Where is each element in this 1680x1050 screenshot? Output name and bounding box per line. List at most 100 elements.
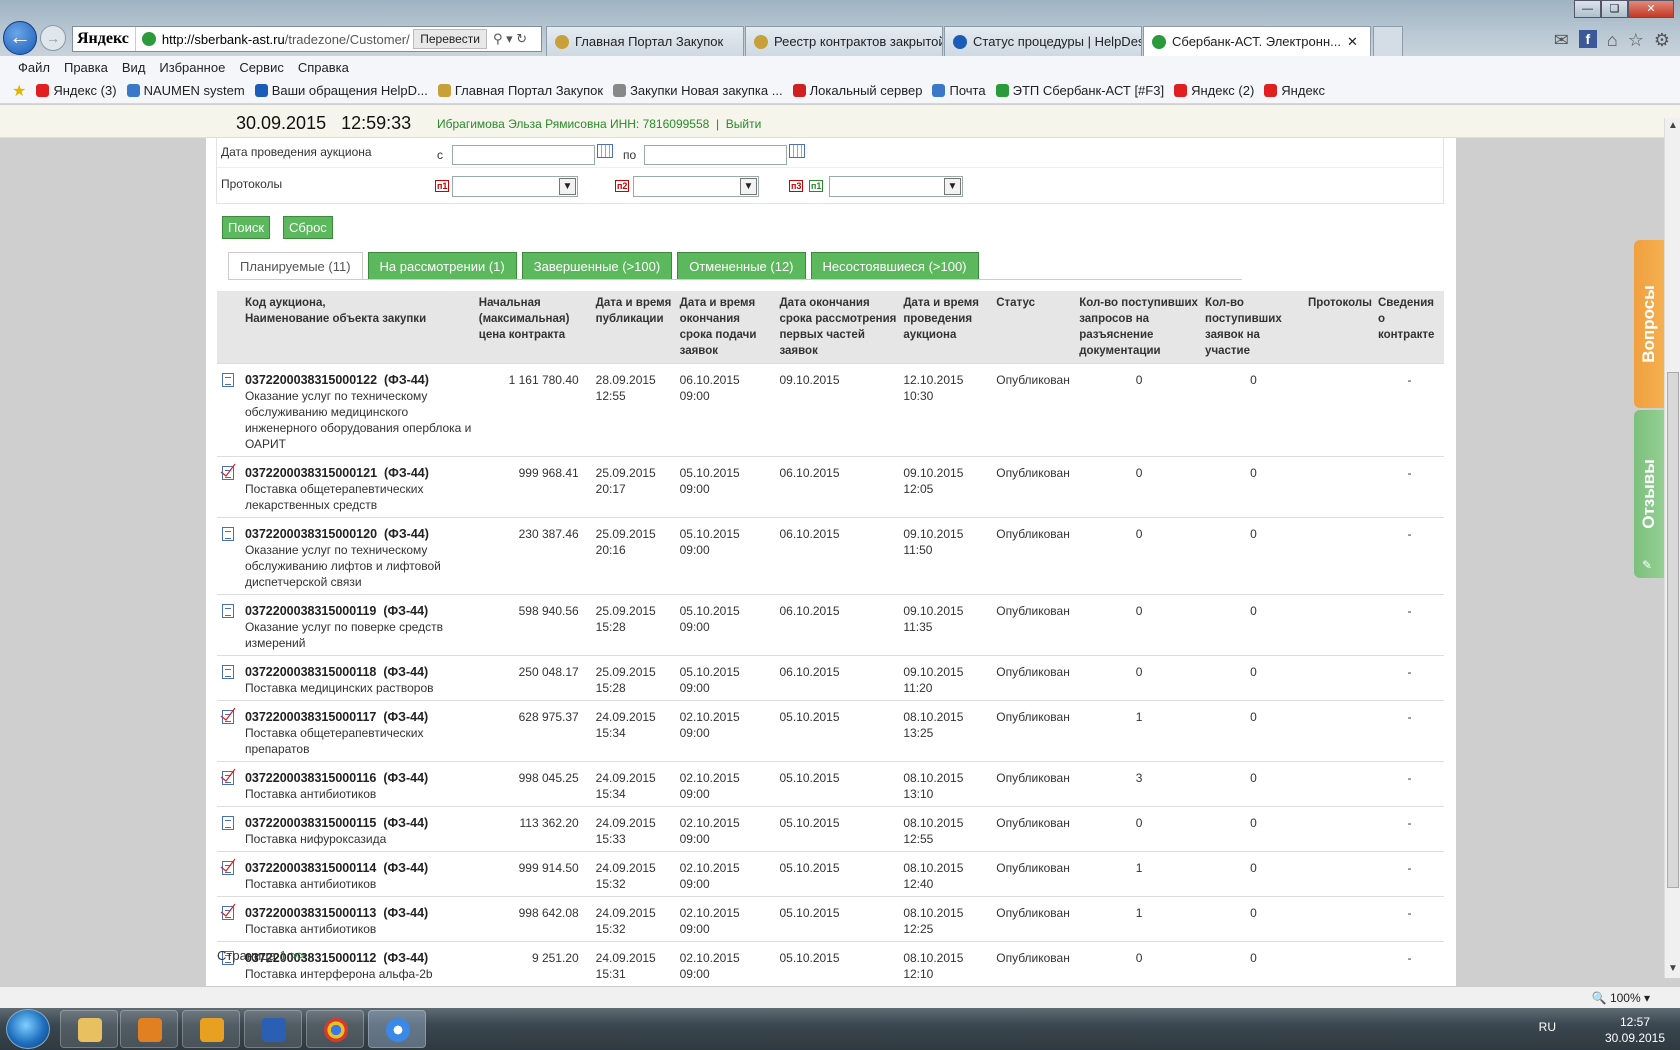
menu-edit[interactable]: Правка	[64, 60, 108, 75]
taskbar-media-player[interactable]	[120, 1010, 178, 1048]
favorite-link[interactable]: Ваши обращения HelpD...	[254, 83, 428, 98]
new-tab-button[interactable]	[1373, 26, 1403, 56]
document-icon[interactable]	[222, 373, 234, 387]
bids-count: 0	[1202, 363, 1305, 457]
favorite-link[interactable]: Яндекс	[1264, 83, 1325, 98]
document-icon[interactable]	[222, 816, 234, 830]
auction-code-link[interactable]: 0372200038315000122 (ФЗ-44)	[245, 373, 429, 387]
page-next-link[interactable]: >>	[290, 948, 305, 963]
tab-failed[interactable]: Несостоявшиеся (>100)	[810, 252, 979, 280]
logout-link[interactable]: Выйти	[726, 117, 762, 131]
questions-side-tab[interactable]: Вопросы	[1634, 240, 1664, 408]
favorite-link[interactable]: Главная Портал Закупок	[437, 83, 603, 98]
tab-cancelled[interactable]: Отмененные (12)	[677, 252, 806, 280]
start-button[interactable]	[6, 1009, 50, 1049]
tab-under-review[interactable]: На рассмотрении (1)	[367, 252, 517, 280]
review-end-date: 05.10.2015	[776, 851, 901, 897]
home-icon[interactable]: ⌂	[1607, 30, 1618, 51]
menu-view[interactable]: Вид	[122, 60, 146, 75]
auction-code-link[interactable]: 0372200038315000114 (ФЗ-44)	[245, 861, 428, 875]
date-from-input[interactable]	[452, 145, 595, 165]
auction-code-link[interactable]: 0372200038315000115 (ФЗ-44)	[245, 816, 428, 830]
scroll-down-icon[interactable]: ▼	[1668, 963, 1678, 974]
taskbar-explorer[interactable]	[60, 1010, 118, 1048]
document-icon[interactable]	[222, 527, 234, 541]
browser-tab[interactable]: Реестр контрактов закрытой ...	[745, 26, 943, 56]
document-icon[interactable]	[222, 604, 234, 618]
menu-help[interactable]: Справка	[298, 60, 349, 75]
scroll-up-icon[interactable]: ▲	[1668, 120, 1678, 131]
publication-datetime: 25.09.2015 15:28	[592, 655, 677, 701]
back-icon[interactable]: ←	[3, 21, 37, 55]
translate-button[interactable]: Перевести	[413, 29, 487, 49]
tray-clock[interactable]: 12:57 30.09.2015	[1598, 1014, 1672, 1046]
menu-file[interactable]: Файл	[18, 60, 50, 75]
favorite-link[interactable]: ЭТП Сбербанк-АСТ [#F3]	[995, 83, 1164, 98]
zoom-level[interactable]: 🔍 100% ▾	[1592, 991, 1650, 1005]
auction-code-link[interactable]: 0372200038315000117 (ФЗ-44)	[245, 710, 428, 724]
date-to-input[interactable]	[644, 145, 787, 165]
table-row[interactable]: 0372200038315000119 (ФЗ-44) Оказание услу…	[217, 594, 1444, 656]
table-row[interactable]: 0372200038315000120 (ФЗ-44) Оказание услу…	[217, 517, 1444, 595]
favorites-star-icon[interactable]: ★	[12, 81, 26, 101]
protocol-p1-select[interactable]: ▼	[452, 176, 578, 197]
close-window-icon[interactable]: ✕	[1628, 0, 1674, 18]
favorite-link[interactable]: Локальный сервер	[792, 83, 922, 98]
taskbar-outlook[interactable]	[182, 1010, 240, 1048]
taskbar-internet-explorer[interactable]	[368, 1010, 426, 1048]
auction-code-link[interactable]: 0372200038315000120 (ФЗ-44)	[245, 527, 429, 541]
auction-code-link[interactable]: 0372200038315000118 (ФЗ-44)	[245, 665, 428, 679]
favorite-link[interactable]: Яндекс (3)	[36, 83, 117, 98]
auction-code-link[interactable]: 0372200038315000113 (ФЗ-44)	[245, 906, 428, 920]
table-row[interactable]: 0372200038315000115 (ФЗ-44) Поставка нифу…	[217, 806, 1444, 852]
search-button[interactable]: Поиск	[222, 216, 271, 239]
calendar-icon[interactable]	[789, 144, 805, 158]
address-bar[interactable]: Яндекс http://sberbank-ast.ru/tradezone/…	[72, 26, 542, 52]
reviews-side-tab[interactable]: Отзывы ✎	[1634, 410, 1664, 578]
page-scrollbar[interactable]: ▲ ▼	[1664, 118, 1680, 978]
facebook-icon[interactable]: f	[1578, 30, 1597, 48]
reset-button[interactable]: Сброс	[283, 216, 333, 239]
settings-gear-icon[interactable]: ⚙	[1654, 30, 1670, 51]
taskbar-chrome[interactable]	[306, 1010, 364, 1048]
minimize-icon[interactable]: —	[1574, 0, 1601, 18]
url-text[interactable]: http://sberbank-ast.ru/tradezone/Custome…	[162, 32, 413, 47]
table-row[interactable]: 0372200038315000113 (ФЗ-44) Поставка анти…	[217, 896, 1444, 942]
browser-tab[interactable]: Главная Портал Закупок	[546, 26, 744, 56]
table-row[interactable]: 0372200038315000114 (ФЗ-44) Поставка анти…	[217, 851, 1444, 897]
browser-tab[interactable]: Статус процедуры | HelpDesk ...	[944, 26, 1142, 56]
table-row[interactable]: 0372200038315000118 (ФЗ-44) Поставка меди…	[217, 655, 1444, 701]
auction-code-link[interactable]: 0372200038315000116 (ФЗ-44)	[245, 771, 428, 785]
tab-completed[interactable]: Завершенные (>100)	[521, 252, 673, 280]
favorite-link[interactable]: NAUMEN system	[126, 83, 245, 98]
calendar-icon[interactable]	[597, 144, 613, 158]
protocol-p3-select[interactable]: ▼	[829, 176, 963, 197]
table-row[interactable]: 0372200038315000122 (ФЗ-44) Оказание услу…	[217, 363, 1444, 457]
protocol-p2-select[interactable]: ▼	[633, 176, 759, 197]
favorite-link[interactable]: Яндекс (2)	[1174, 83, 1254, 98]
browser-titlebar: ← → Яндекс http://sberbank-ast.ru/tradez…	[0, 0, 1680, 56]
scroll-thumb[interactable]	[1667, 372, 1679, 888]
browser-tab-active[interactable]: Сбербанк-АСТ. Электронн... ✕	[1143, 26, 1371, 56]
forward-icon[interactable]: →	[40, 25, 66, 51]
table-row[interactable]: 0372200038315000117 (ФЗ-44) Поставка обще…	[217, 700, 1444, 762]
tab-planned[interactable]: Планируемые (11)	[228, 252, 363, 280]
menu-tools[interactable]: Сервис	[239, 60, 284, 75]
favorite-link[interactable]: Закупки Новая закупка ...	[613, 83, 783, 98]
table-row[interactable]: 0372200038315000116 (ФЗ-44) Поставка анти…	[217, 761, 1444, 807]
maximize-icon[interactable]: ❏	[1601, 0, 1628, 18]
language-indicator[interactable]: RU	[1539, 1020, 1556, 1034]
table-row[interactable]: 0372200038315000112 (ФЗ-44) Поставка инте…	[217, 941, 1444, 987]
auction-code-link[interactable]: 0372200038315000119 (ФЗ-44)	[245, 604, 428, 618]
search-refresh-icons[interactable]: ⚲ ▾ ↻	[493, 31, 541, 47]
favorite-link[interactable]: Почта	[932, 83, 986, 98]
taskbar-word[interactable]	[244, 1010, 302, 1048]
auction-code-link[interactable]: 0372200038315000121 (ФЗ-44)	[245, 466, 429, 480]
mail-icon[interactable]: ✉	[1554, 30, 1569, 51]
table-row[interactable]: 0372200038315000121 (ФЗ-44) Поставка обще…	[217, 456, 1444, 518]
favorites-star-icon[interactable]: ☆	[1628, 30, 1644, 51]
close-tab-icon[interactable]: ✕	[1347, 34, 1358, 50]
page-link-current[interactable]: 1	[280, 948, 287, 963]
menu-favorites[interactable]: Избранное	[159, 60, 225, 75]
document-icon[interactable]	[222, 665, 234, 679]
